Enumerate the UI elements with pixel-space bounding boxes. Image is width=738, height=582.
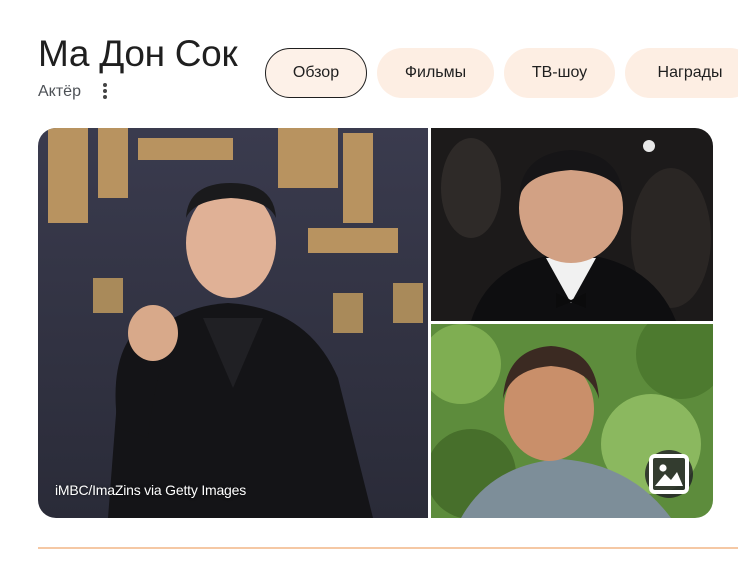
tab-awards[interactable]: Награды [625,48,738,98]
entity-subtitle: Актёр [38,83,81,100]
entity-title: Ма Дон Сок [38,33,238,74]
tab-overview[interactable]: Обзор [265,48,367,98]
image-gallery: iMBC/ImaZins via Getty Images [38,128,713,518]
entity-tabs: Обзор Фильмы ТВ-шоу Награды [265,48,738,98]
more-images-button[interactable] [645,450,693,498]
section-divider [38,547,738,549]
image-icon [649,454,689,494]
image-credit: iMBC/ImaZins via Getty Images [55,482,247,498]
tab-films[interactable]: Фильмы [377,48,494,98]
photo-outdoor[interactable] [431,324,713,518]
tab-tv-shows[interactable]: ТВ-шоу [504,48,615,98]
more-vert-icon[interactable] [95,80,115,102]
photo-tuxedo[interactable] [431,128,713,321]
main-photo[interactable]: iMBC/ImaZins via Getty Images [38,128,428,518]
